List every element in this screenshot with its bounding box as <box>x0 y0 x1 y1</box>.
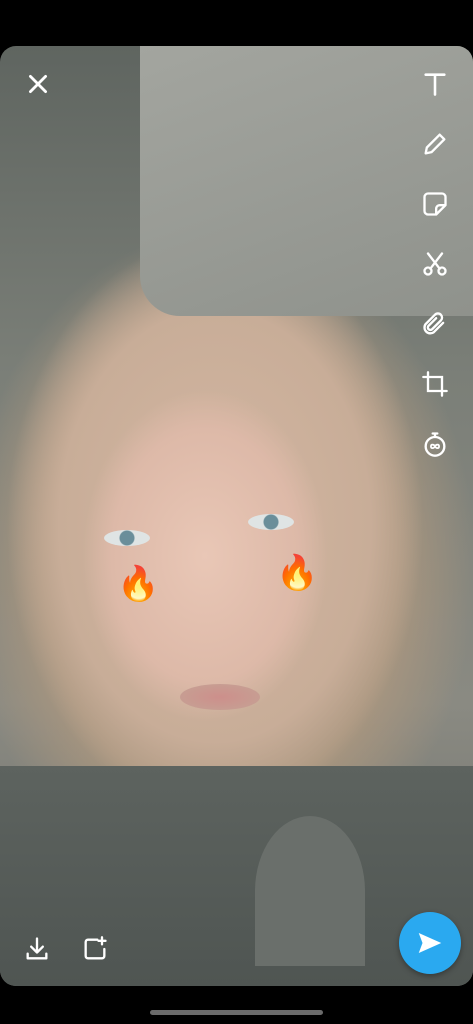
scissors-icon <box>423 252 447 276</box>
pencil-icon <box>424 133 446 155</box>
close-button[interactable] <box>18 64 58 104</box>
snap-photo <box>0 46 473 986</box>
send-button[interactable] <box>399 912 461 974</box>
shirt-neckline <box>255 816 365 966</box>
add-story-icon <box>84 936 107 960</box>
text-icon <box>424 73 446 96</box>
draw-tool-button[interactable] <box>415 124 455 164</box>
sticker-tool-button[interactable] <box>415 184 455 224</box>
add-to-story-button[interactable] <box>74 928 116 970</box>
timer-icon <box>424 432 446 457</box>
eye-left <box>104 530 150 546</box>
crop-icon <box>422 371 448 397</box>
text-tool-button[interactable] <box>415 64 455 104</box>
save-button[interactable] <box>16 928 58 970</box>
fire-sticker-right[interactable]: 🔥 <box>276 556 318 590</box>
sticker-icon <box>423 192 447 216</box>
attach-link-button[interactable] <box>415 304 455 344</box>
home-indicator <box>150 1010 323 1015</box>
close-icon <box>29 75 47 93</box>
lips <box>180 684 260 710</box>
eye-right <box>248 514 294 530</box>
scissors-tool-button[interactable] <box>415 244 455 284</box>
fire-sticker-left[interactable]: 🔥 <box>117 567 159 601</box>
download-icon <box>26 937 48 960</box>
paperclip-icon <box>423 312 445 335</box>
timer-tool-button[interactable] <box>415 424 455 464</box>
send-arrow-icon <box>418 933 442 953</box>
crop-tool-button[interactable] <box>415 364 455 404</box>
